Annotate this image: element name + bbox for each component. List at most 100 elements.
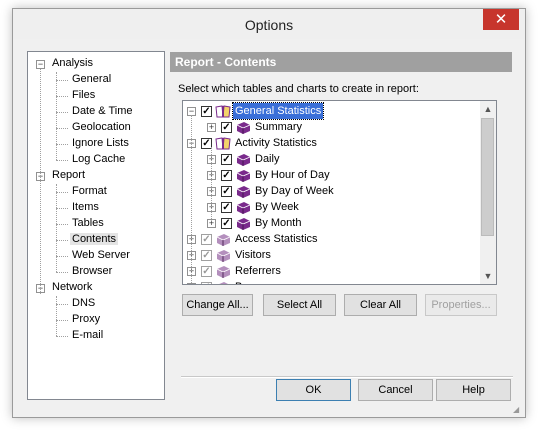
nav-item-log-cache[interactable]: Log Cache [70,152,127,167]
tree-connector [56,296,57,336]
nav-item-label: Date & Time [72,105,133,117]
close-button[interactable]: ✕ [483,9,519,30]
scroll-thumb[interactable] [481,118,494,236]
expand-icon[interactable]: + [207,219,216,228]
nav-item-e-mail[interactable]: E-mail [70,328,105,343]
tree-item-daily[interactable]: + ✓ Daily [183,151,478,167]
nav-item-ignore-lists[interactable]: Ignore Lists [70,136,131,151]
nav-item-format[interactable]: Format [70,184,109,199]
nav-item-date-time[interactable]: Date & Time [70,104,135,119]
tree-connector [56,208,68,209]
tree-item-summary[interactable]: + ✓ Summary [183,119,478,135]
checkbox[interactable]: ✓ [221,218,232,229]
tree-item-by-week[interactable]: + ✓ By Week [183,199,478,215]
scroll-down-icon[interactable]: ▼ [480,268,496,284]
checkbox[interactable]: ✓ [221,154,232,165]
tree-item-label: Visitors [235,249,271,261]
checkbox[interactable]: ✓ [201,106,212,117]
instructions-text: Select which tables and charts to create… [178,83,419,95]
checkbox[interactable]: ✓ [201,266,212,277]
book-icon [216,250,231,262]
tree-connector [191,115,192,284]
tree-item-activity-statistics[interactable]: − ✓ Activity Statistics [183,135,478,151]
tree-item-label: By Hour of Day [255,169,330,181]
options-nav-tree[interactable]: − Analysis General Files Date & Time Geolocat… [27,51,165,400]
expand-icon[interactable]: + [207,123,216,132]
nav-item-label: Geolocation [72,121,131,133]
book-icon [216,266,231,278]
checkbox[interactable]: ✓ [201,234,212,245]
nav-group-label: Analysis [52,57,93,69]
nav-item-items[interactable]: Items [70,200,101,215]
nav-group-label: Report [52,169,86,181]
nav-item-label: Contents [70,233,119,245]
tree-connector [56,304,68,305]
vertical-scrollbar[interactable]: ▲ ▼ [480,101,496,284]
tree-item-general-statistics[interactable]: − ✓ General Statistics [183,102,478,120]
checkbox[interactable]: ✓ [221,202,232,213]
window-title: Options [244,17,294,33]
book-icon [219,282,228,284]
nav-item-label: Items [72,201,99,213]
nav-item-browser[interactable]: Browser [70,264,114,279]
tree-item-referrers[interactable]: + ✓ Referrers [183,263,478,279]
nav-item-label: General [72,73,112,85]
nav-item-dns[interactable]: DNS [70,296,97,311]
nav-item-contents[interactable]: Contents [70,232,119,247]
checkbox[interactable]: ✓ [221,186,232,197]
tree-item-label: By Day of Week [255,185,334,197]
nav-item-label: DNS [72,297,96,309]
nav-item-general[interactable]: General [70,72,113,87]
section-header: Report - Contents [170,52,512,72]
book-icon [236,186,251,198]
open-book-icon [215,137,231,150]
change-all-button[interactable]: Change All... [182,294,253,316]
tree-item-by-hour-of-day[interactable]: + ✓ By Hour of Day [183,167,478,183]
nav-item-label: Log Cache [72,153,126,165]
help-button[interactable]: Help [436,379,511,401]
tree-item-by-month[interactable]: + ✓ By Month [183,215,478,231]
nav-item-geolocation[interactable]: Geolocation [70,120,133,135]
tree-item-access-statistics[interactable]: + ✓ Access Statistics [183,231,478,247]
tree-item-by-day-of-week[interactable]: + ✓ By Day of Week [183,183,478,199]
tree-connector [56,320,68,321]
checkbox[interactable]: ✓ [201,250,212,261]
tree-item-label: Summary [255,121,303,133]
tree-connector [56,192,68,193]
nav-item-web-server[interactable]: Web Server [70,248,132,263]
checkbox[interactable]: ✓ [221,122,232,133]
tree-item-browsers[interactable]: +✓Browsers [183,279,478,284]
ok-button[interactable]: OK [276,379,351,401]
tree-connector [56,224,68,225]
scroll-up-icon[interactable]: ▲ [480,101,496,117]
tree-item-label: Daily [255,153,280,165]
nav-item-label: Tables [72,217,104,229]
tree-connector [56,96,68,97]
tree-item-visitors[interactable]: + ✓ Visitors [183,247,478,263]
tree-connector [56,80,68,81]
book-icon [236,202,251,214]
properties-button[interactable]: Properties... [425,294,497,316]
options-dialog: Options ✕ − Analysis General Files Date & Ti… [12,8,526,418]
tree-item-label: Access Statistics [235,233,318,245]
nav-group-report[interactable]: Report [50,168,87,183]
collapse-icon[interactable]: − [36,60,45,69]
open-book-icon [215,105,231,118]
nav-item-proxy[interactable]: Proxy [70,312,102,327]
cancel-button[interactable]: Cancel [358,379,433,401]
select-all-button[interactable]: Select All [263,294,336,316]
tree-connector [211,147,212,219]
clear-all-button[interactable]: Clear All [344,294,417,316]
contents-tree[interactable]: − ✓ General Statistics + ✓ Summary − ✓ Activity … [182,100,497,285]
nav-group-network[interactable]: Network [50,280,94,295]
checkbox[interactable]: ✓ [201,282,212,284]
nav-item-files[interactable]: Files [70,88,97,103]
nav-item-tables[interactable]: Tables [70,216,106,231]
checkbox[interactable]: ✓ [221,170,232,181]
nav-item-label: Ignore Lists [72,137,129,149]
title-bar[interactable]: Options ✕ [13,9,525,39]
book-icon [236,154,251,166]
resize-grip-icon[interactable]: ◢ [513,405,523,415]
tree-item-label: By Week [255,201,299,213]
nav-group-analysis[interactable]: Analysis [50,56,95,71]
